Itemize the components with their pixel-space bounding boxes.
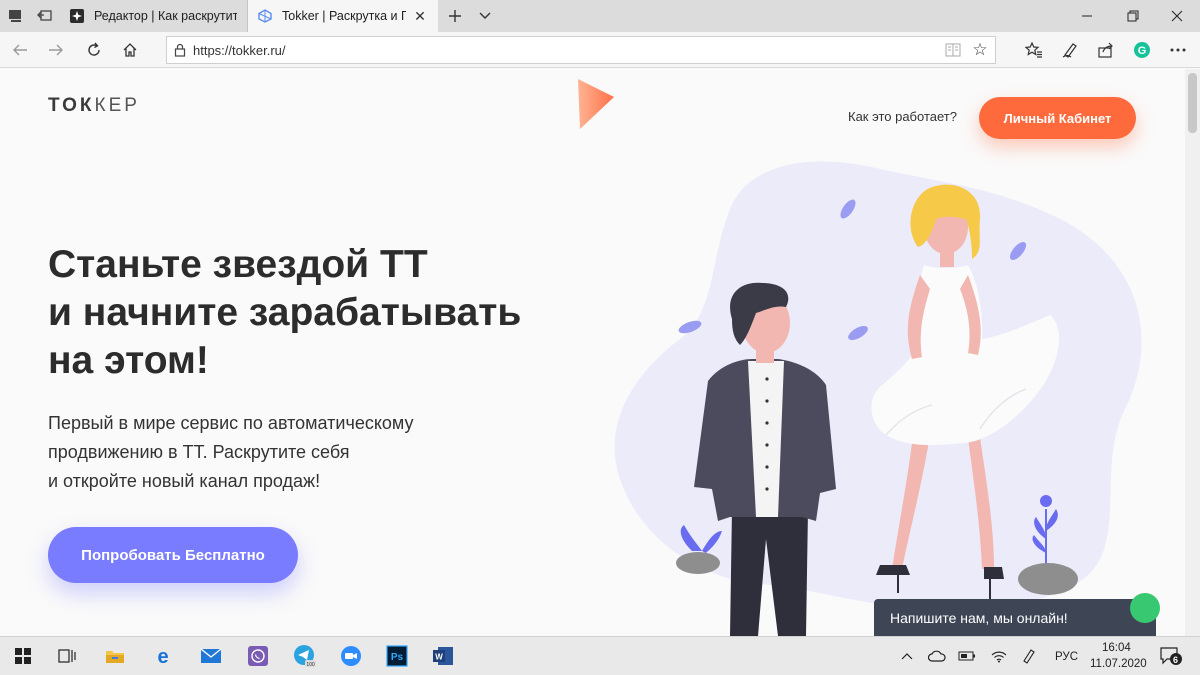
- tab-title: Tokker | Раскрутка и Пр: [282, 9, 406, 23]
- browser-tab-strip: Редактор | Как раскрутить Tokker | Раскр…: [0, 0, 1200, 32]
- whatsapp-icon[interactable]: [243, 641, 273, 671]
- tokker-favicon-icon: [258, 9, 272, 23]
- hero-title: Станьте звездой ТТ и начните зарабатыват…: [48, 241, 608, 385]
- hero-title-line: Станьте звездой ТТ: [48, 243, 428, 286]
- start-windows-icon[interactable]: [8, 641, 38, 671]
- back-arrow-icon[interactable]: [6, 36, 34, 64]
- try-free-button[interactable]: Попробовать Бесплатно: [48, 527, 298, 583]
- favorite-star-icon[interactable]: ☆: [965, 40, 995, 60]
- tab-title: Редактор | Как раскрутить: [94, 9, 237, 23]
- hero-illustration: [614, 161, 1142, 636]
- address-bar[interactable]: https://tokker.ru/ ☆: [166, 36, 996, 64]
- share-icon[interactable]: [1092, 36, 1120, 64]
- set-tabs-aside-icon[interactable]: [30, 0, 60, 32]
- svg-text:W: W: [435, 653, 443, 662]
- logo-light-text: КЕР: [94, 95, 140, 116]
- online-status-indicator: [1130, 593, 1160, 623]
- battery-icon[interactable]: [952, 641, 982, 671]
- hero-subtitle-line: и откройте новый канал продаж!: [48, 471, 321, 491]
- refresh-icon[interactable]: [80, 36, 108, 64]
- pen-notes-icon[interactable]: [1056, 36, 1084, 64]
- windows-taskbar: e 100 Ps W РУС 16:04 11.07.2020 6: [0, 636, 1200, 675]
- scrollbar-thumb[interactable]: [1188, 73, 1197, 133]
- live-chat-widget[interactable]: Напишите нам, мы онлайн!: [874, 593, 1160, 636]
- photoshop-icon[interactable]: Ps: [382, 641, 412, 671]
- edge-browser-icon[interactable]: e: [148, 641, 178, 671]
- tab-editor[interactable]: Редактор | Как раскрутить: [60, 0, 248, 32]
- hero-subtitle: Первый в мире сервис по автоматическому …: [48, 409, 478, 496]
- svg-text:100: 100: [306, 662, 315, 668]
- editor-favicon-icon: [70, 9, 84, 23]
- file-explorer-icon[interactable]: [100, 641, 130, 671]
- minimize-icon[interactable]: [1064, 0, 1110, 32]
- clock-time[interactable]: 16:04: [1102, 642, 1131, 654]
- onedrive-cloud-icon[interactable]: [922, 641, 952, 671]
- clock-date[interactable]: 11.07.2020: [1090, 658, 1147, 670]
- tab-tokker[interactable]: Tokker | Раскрутка и Пр ✕: [248, 0, 438, 32]
- pen-workspace-icon[interactable]: [1014, 641, 1044, 671]
- show-hidden-icons-chevron-icon[interactable]: [892, 641, 922, 671]
- action-center-notifications-icon[interactable]: 6: [1156, 641, 1186, 671]
- mail-icon[interactable]: [196, 641, 226, 671]
- hero-title-line: на этом!: [48, 339, 209, 382]
- tab-preview-chevron-icon[interactable]: [470, 0, 500, 32]
- logo-bold-text: ТОК: [48, 95, 95, 116]
- svg-text:e: e: [157, 646, 168, 666]
- restore-icon[interactable]: [1110, 0, 1156, 32]
- forward-arrow-icon[interactable]: [42, 36, 70, 64]
- favorites-hub-icon[interactable]: [1020, 36, 1048, 64]
- tab-manager-icon[interactable]: [0, 0, 30, 32]
- more-options-icon[interactable]: [1164, 36, 1192, 64]
- url-text[interactable]: https://tokker.ru/: [193, 43, 941, 58]
- svg-text:Ps: Ps: [391, 652, 404, 663]
- hero-title-line: и начните зарабатывать: [48, 291, 522, 334]
- telegram-icon[interactable]: 100: [290, 641, 320, 671]
- lock-icon[interactable]: [167, 43, 193, 57]
- new-tab-icon[interactable]: [440, 0, 470, 32]
- input-language-indicator[interactable]: РУС: [1055, 651, 1078, 663]
- close-tab-icon[interactable]: ✕: [412, 8, 428, 25]
- task-view-icon[interactable]: [52, 641, 82, 671]
- reading-view-icon[interactable]: [941, 43, 965, 57]
- grammarly-extension-icon[interactable]: G: [1128, 36, 1156, 64]
- notification-count: 6: [1173, 655, 1179, 665]
- home-icon[interactable]: [116, 36, 144, 64]
- hero-subtitle-line: Первый в мире сервис по автоматическому: [48, 413, 414, 433]
- wifi-icon[interactable]: [984, 641, 1014, 671]
- svg-text:G: G: [1138, 45, 1147, 57]
- page-scrollbar[interactable]: [1185, 69, 1200, 636]
- close-window-icon[interactable]: [1154, 0, 1200, 32]
- site-logo[interactable]: ТОККЕР: [48, 95, 140, 117]
- zoom-icon[interactable]: [336, 641, 366, 671]
- page-viewport: ТОККЕР Как это работает? Личный Кабинет …: [0, 69, 1185, 636]
- browser-toolbar: https://tokker.ru/ ☆ G: [0, 32, 1200, 68]
- chat-widget-text: Напишите нам, мы онлайн!: [890, 609, 1068, 626]
- hero-subtitle-line: продвижению в ТТ. Раскрутите себя: [48, 442, 350, 462]
- word-icon[interactable]: W: [428, 641, 458, 671]
